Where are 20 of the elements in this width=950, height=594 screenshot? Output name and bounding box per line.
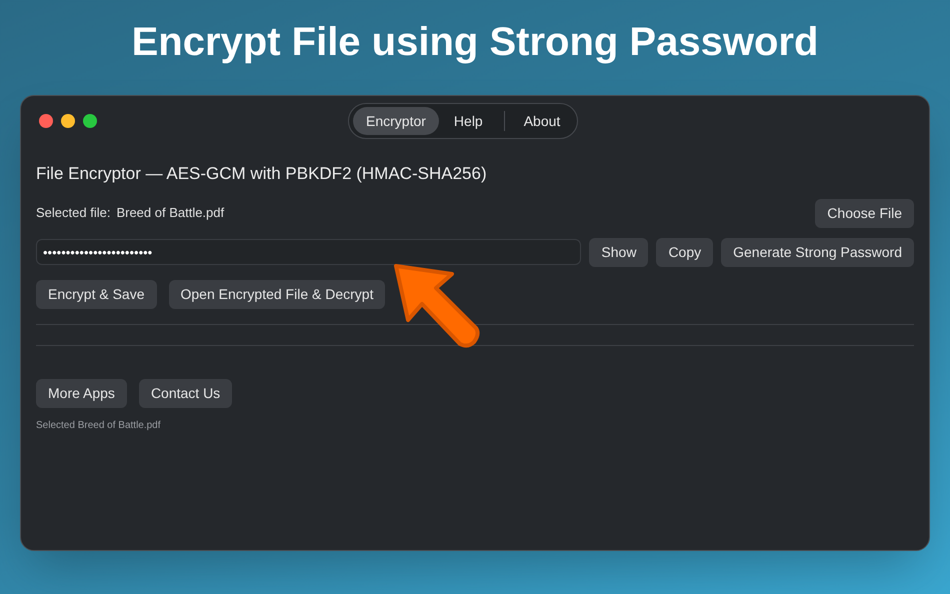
choose-file-button[interactable]: Choose File: [815, 198, 914, 228]
more-apps-button[interactable]: More Apps: [36, 378, 127, 408]
tab[interactable]: About: [510, 107, 574, 135]
selected-file-label: Selected file:: [36, 204, 110, 222]
zoom-icon[interactable]: [83, 114, 97, 128]
heading: File Encryptor — AES-GCM with PBKDF2 (HMAC-SHA256): [36, 163, 488, 185]
show-button[interactable]: Show: [589, 238, 648, 266]
tab[interactable]: Encryptor: [353, 107, 439, 135]
password-field[interactable]: ••••••••••••••••••••••••: [36, 239, 582, 265]
close-icon[interactable]: [39, 114, 53, 128]
copy-button[interactable]: Copy: [656, 238, 714, 266]
minimize-icon[interactable]: [61, 114, 75, 128]
headline: Encrypt File using Strong Password: [132, 19, 818, 66]
encrypt-save-button[interactable]: Encrypt & Save: [36, 280, 156, 308]
tab[interactable]: Help: [440, 107, 496, 135]
status-text: Selected Breed of Battle.pdf: [36, 418, 162, 432]
selected-file-name: Breed of Battle.pdf: [116, 204, 224, 222]
open-decrypt-button[interactable]: Open Encrypted File & Decrypt: [168, 280, 386, 308]
contact-button[interactable]: Contact Us: [138, 378, 232, 408]
generate-password-button[interactable]: Generate Strong Password: [721, 238, 914, 266]
